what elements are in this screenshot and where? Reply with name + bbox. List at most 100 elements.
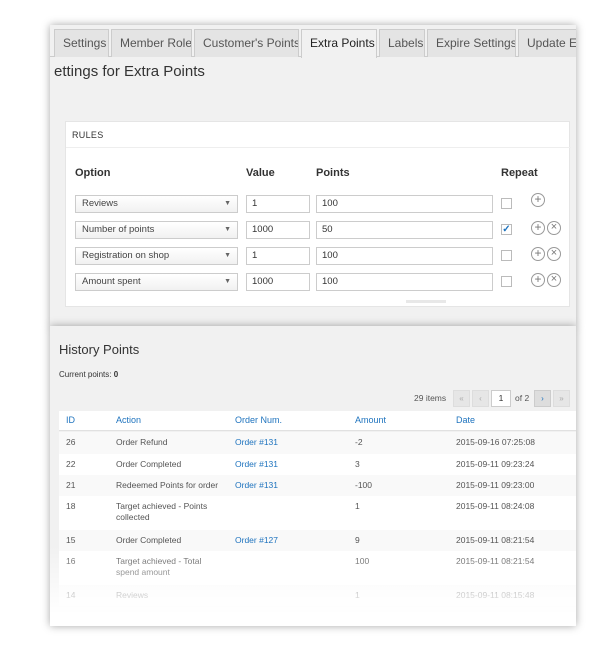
rule-row: Amount spent ▼ 1000 100 + ×	[66, 273, 571, 291]
items-count: 29 items	[414, 393, 447, 403]
tab-labels[interactable]: Labels	[379, 29, 425, 57]
points-input[interactable]: 100	[316, 195, 493, 213]
option-select-value: Number of points	[82, 224, 155, 235]
table-row: 14 Reviews 1 2015-09-11 08:15:48	[59, 585, 576, 606]
order-column-header[interactable]: Order Num.	[235, 415, 282, 425]
row-amount: -100	[355, 480, 373, 490]
option-select-value: Amount spent	[82, 276, 141, 287]
row-date: 2015-09-11 08:21:54	[456, 535, 535, 545]
row-id: 18	[66, 501, 76, 511]
tab-settings[interactable]: Settings	[54, 29, 109, 57]
value-input[interactable]: 1000	[246, 221, 310, 239]
plus-circle-icon[interactable]: +	[531, 247, 545, 261]
plus-circle-icon[interactable]: +	[531, 221, 545, 235]
value-column-header: Value	[246, 167, 275, 179]
row-action: Order Completed	[116, 459, 182, 469]
tab-expire-settings[interactable]: Expire Settings	[427, 29, 516, 57]
tab-customers-points[interactable]: Customer's Points	[194, 29, 299, 57]
row-amount: 1	[355, 590, 360, 600]
table-header: ID Action Order Num. Amount Date	[59, 411, 576, 431]
history-title: History Points	[59, 342, 140, 357]
option-select[interactable]: Reviews ▼	[75, 195, 238, 213]
row-amount: -2	[355, 437, 363, 447]
tab-update[interactable]: Update E	[518, 29, 576, 57]
row-date: 2015-09-16 07:25:08	[456, 437, 535, 447]
order-link[interactable]: Order #127	[235, 535, 278, 546]
row-id: 14	[66, 590, 76, 600]
points-input[interactable]: 100	[316, 273, 493, 291]
order-link[interactable]: Order #131	[235, 437, 278, 448]
row-action: Order Refund	[116, 437, 168, 447]
table-row: 22 Order Completed Order #131 3 2015-09-…	[59, 454, 576, 475]
triangle-down-icon: ▼	[224, 226, 231, 233]
last-page-button[interactable]: »	[553, 390, 570, 407]
value-input[interactable]: 1	[246, 247, 310, 265]
table-row: 15 Order Completed Order #127 9 2015-09-…	[59, 530, 576, 551]
order-link[interactable]: Order #131	[235, 459, 278, 470]
row-action: Reviews	[116, 590, 149, 600]
row-id: 21	[66, 480, 76, 490]
option-select[interactable]: Number of points ▼	[75, 221, 238, 239]
points-input[interactable]: 100	[316, 247, 493, 265]
page-number-input[interactable]: 1	[491, 390, 511, 407]
triangle-down-icon: ▼	[224, 278, 231, 285]
row-id: 15	[66, 535, 76, 545]
row-action: Redeemed Points for order	[116, 480, 219, 490]
prev-page-button[interactable]: ‹	[472, 390, 489, 407]
table-row: 21 Redeemed Points for order Order #131 …	[59, 475, 576, 496]
next-page-button[interactable]: ›	[534, 390, 551, 407]
settings-tabs: Settings Member Role Customer's Points E…	[50, 25, 576, 58]
points-input[interactable]: 50	[316, 221, 493, 239]
table-row: 26 Order Refund Order #131 -2 2015-09-16…	[59, 432, 576, 454]
row-amount: 9	[355, 535, 360, 545]
option-select-value: Registration on shop	[82, 250, 170, 261]
row-id: 22	[66, 459, 76, 469]
order-link[interactable]: Order #131	[235, 480, 278, 491]
value-input[interactable]: 1	[246, 195, 310, 213]
row-date: 2015-09-11 08:15:48	[456, 590, 535, 600]
table-row: 18 Target achieved - Points collected 1 …	[59, 496, 576, 530]
extra-points-settings-panel: Settings Member Role Customer's Points E…	[50, 25, 576, 327]
repeat-checkbox[interactable]	[501, 276, 512, 287]
current-points: Current points: 0	[59, 370, 118, 379]
x-circle-icon[interactable]: ×	[547, 247, 561, 261]
repeat-checkbox[interactable]	[501, 250, 512, 261]
date-column-header[interactable]: Date	[456, 415, 475, 425]
current-points-value: 0	[113, 370, 119, 379]
scrollbar[interactable]	[406, 300, 446, 303]
x-circle-icon[interactable]: ×	[547, 273, 561, 287]
first-page-button[interactable]: «	[453, 390, 470, 407]
repeat-checkbox[interactable]: ✓	[501, 224, 512, 235]
page-title: ettings for Extra Points	[54, 63, 205, 80]
value-input[interactable]: 1000	[246, 273, 310, 291]
points-column-header: Points	[316, 167, 350, 179]
row-date: 2015-09-11 09:23:00	[456, 480, 535, 490]
plus-circle-icon[interactable]: +	[531, 193, 545, 207]
row-date: 2015-09-11 08:21:54	[456, 556, 535, 566]
row-action: Target achieved - Total spend amount	[116, 556, 202, 577]
current-points-label: Current points:	[59, 370, 112, 379]
option-select[interactable]: Amount spent ▼	[75, 273, 238, 291]
tab-member-role[interactable]: Member Role	[111, 29, 192, 57]
option-select[interactable]: Registration on shop ▼	[75, 247, 238, 265]
row-date: 2015-09-11 08:24:08	[456, 501, 535, 511]
action-column-header[interactable]: Action	[116, 415, 141, 425]
history-points-panel: History Points Current points: 0 29 item…	[50, 326, 576, 626]
x-circle-icon[interactable]: ×	[547, 221, 561, 235]
rule-row: Number of points ▼ 1000 50 ✓ + ×	[66, 221, 571, 239]
triangle-down-icon: ▼	[224, 252, 231, 259]
row-amount: 100	[355, 556, 370, 566]
rule-row: Registration on shop ▼ 1 100 + ×	[66, 247, 571, 265]
row-action: Order Completed	[116, 535, 182, 545]
row-id: 16	[66, 556, 76, 566]
divider	[66, 147, 571, 148]
option-select-value: Reviews	[82, 198, 118, 209]
row-id: 26	[66, 437, 76, 447]
table-row: 16 Target achieved - Total spend amount …	[59, 551, 576, 585]
repeat-checkbox[interactable]	[501, 198, 512, 209]
plus-circle-icon[interactable]: +	[531, 273, 545, 287]
tab-extra-points[interactable]: Extra Points	[301, 29, 377, 58]
page-total: of 2	[515, 393, 530, 403]
amount-column-header[interactable]: Amount	[355, 415, 386, 425]
id-column-header[interactable]: ID	[66, 415, 75, 425]
